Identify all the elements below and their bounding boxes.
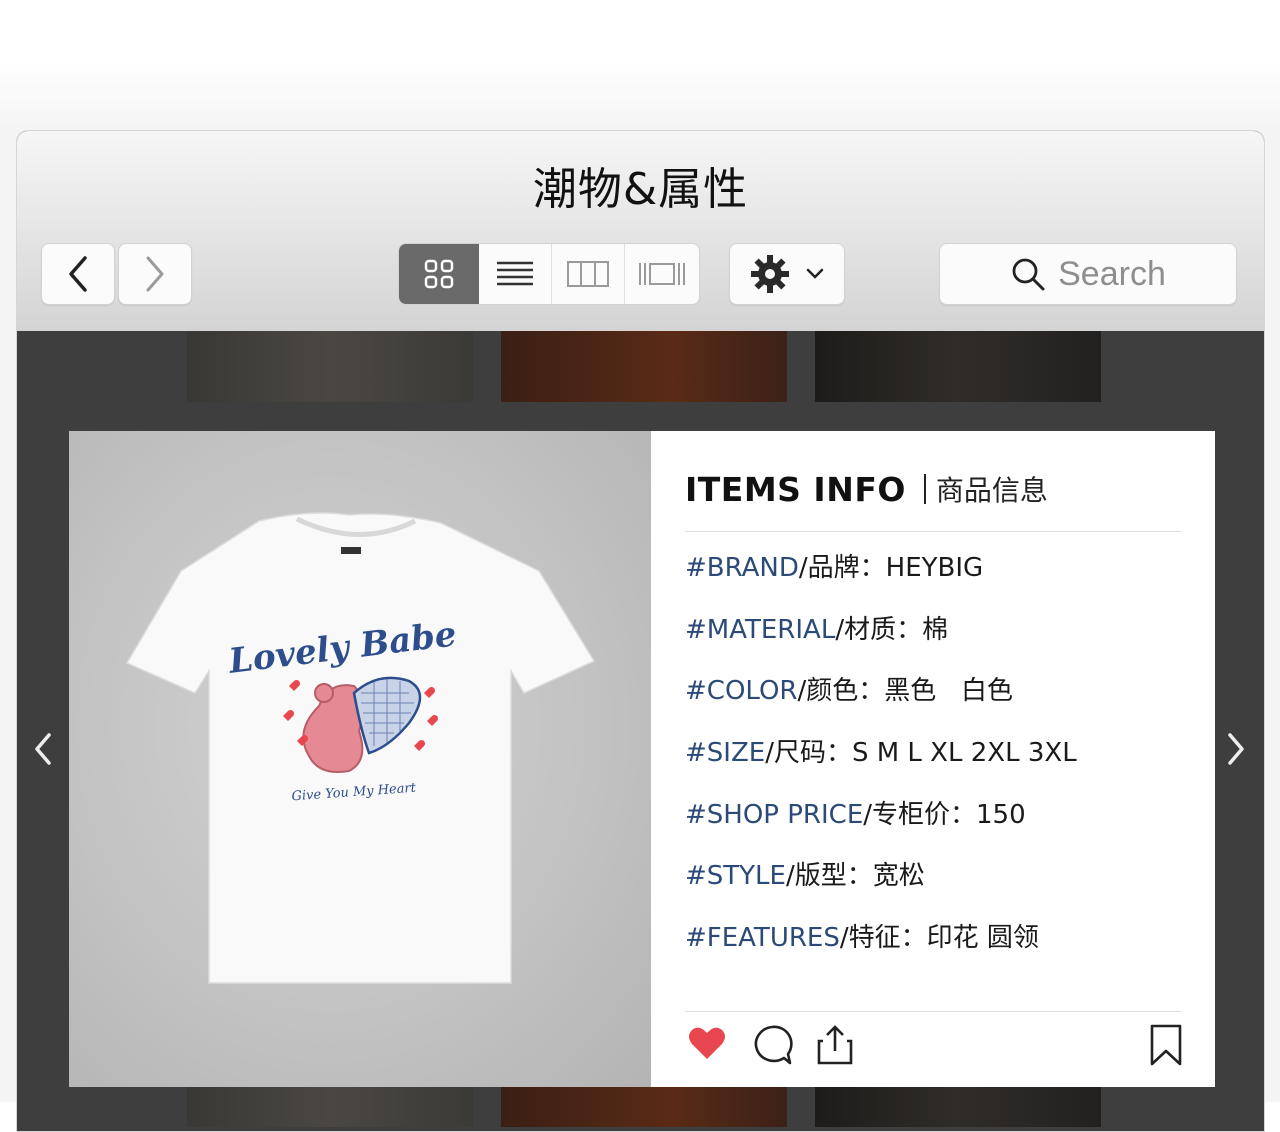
back-button[interactable]	[41, 243, 115, 305]
action-menu-button[interactable]	[729, 243, 845, 305]
bookmark-icon[interactable]	[1149, 1023, 1183, 1067]
divider	[685, 1011, 1181, 1012]
forward-button[interactable]	[118, 243, 192, 305]
search-icon	[1012, 258, 1045, 291]
title-bar: 潮物&属性 Search	[17, 131, 1264, 332]
next-arrow-icon[interactable]	[1224, 731, 1248, 767]
gallery-view-button[interactable]	[625, 244, 699, 304]
gallery-thumbnail[interactable]	[815, 1087, 1101, 1127]
info-row-style: #STYLE/版型：宽松	[685, 861, 925, 892]
info-divider	[923, 474, 926, 504]
list-view-button[interactable]	[479, 244, 552, 304]
gallery-thumbnail[interactable]	[501, 1087, 787, 1127]
gallery-content: Lovely Babe Give You My Heart ITEMS INFO…	[17, 331, 1264, 1131]
share-icon[interactable]	[815, 1023, 855, 1067]
tshirt-image: Lovely Babe Give You My Heart	[125, 512, 596, 984]
info-row-price: #SHOP PRICE/专柜价：150	[685, 799, 1026, 830]
gallery-thumbnail[interactable]	[815, 331, 1101, 402]
prev-arrow-icon[interactable]	[31, 731, 55, 767]
info-title: ITEMS INFO	[685, 469, 906, 509]
gallery-thumbnail[interactable]	[187, 331, 473, 402]
chevron-down-icon	[806, 268, 824, 279]
chevron-left-icon	[69, 256, 87, 292]
grid-view-button[interactable]	[399, 244, 479, 304]
gallery-thumbnail[interactable]	[187, 1087, 473, 1127]
heart-icon[interactable]	[687, 1023, 727, 1063]
view-mode-selector	[398, 243, 700, 305]
grid-icon	[424, 259, 454, 289]
info-list: #BRAND/品牌：HEYBIG #MATERIAL/材质：棉 #COLOR/颜…	[685, 548, 1077, 980]
search-placeholder: Search	[1058, 254, 1166, 293]
product-card: Lovely Babe Give You My Heart ITEMS INFO…	[69, 431, 1215, 1087]
window-title: 潮物&属性	[532, 164, 749, 215]
list-icon	[497, 261, 533, 286]
divider	[685, 531, 1181, 532]
info-row-features: #FEATURES/特征：印花 圆领	[685, 923, 1039, 954]
info-row-brand: #BRAND/品牌：HEYBIG	[685, 553, 984, 583]
info-subtitle: 商品信息	[935, 474, 1048, 507]
gallery-icon	[639, 263, 685, 285]
info-row-color: #COLOR/颜色：黑色 白色	[685, 676, 1014, 707]
product-photo: Lovely Babe Give You My Heart	[69, 431, 651, 1087]
items-info-panel: ITEMS INFO 商品信息 #BRAND/品牌：HEYBIG #MATERI…	[651, 431, 1215, 1087]
gear-icon	[751, 255, 789, 293]
column-view-button[interactable]	[552, 244, 625, 304]
action-bar	[687, 1023, 1183, 1073]
search-field[interactable]: Search	[939, 243, 1237, 305]
browser-window: 潮物&属性 Search Lovely Babe Give You My Hea…	[16, 130, 1265, 1132]
info-row-material: #MATERIAL/材质：棉	[685, 614, 949, 645]
gallery-thumbnail[interactable]	[501, 331, 787, 402]
comment-icon[interactable]	[750, 1023, 794, 1067]
info-row-size: #SIZE/尺码：S M L XL 2XL 3XL	[685, 738, 1077, 769]
info-header: ITEMS INFO 商品信息	[685, 469, 1048, 509]
columns-icon	[567, 261, 609, 287]
chevron-right-icon	[146, 256, 164, 292]
